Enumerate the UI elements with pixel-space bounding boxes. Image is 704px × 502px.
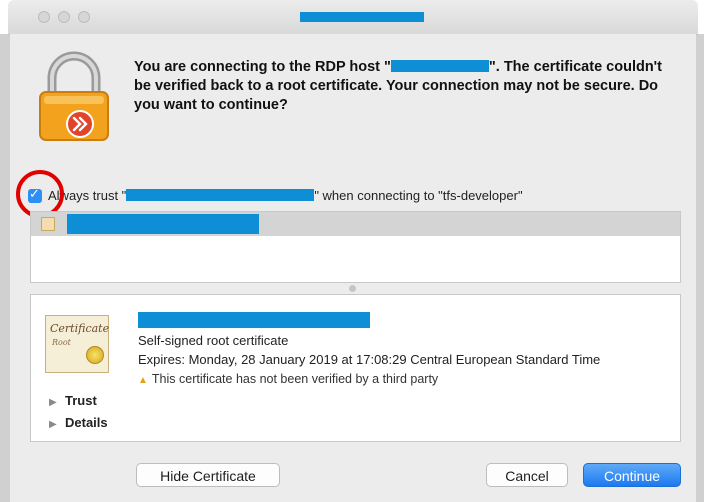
disclosure-triangle-icon: ▶: [49, 397, 57, 408]
certificate-name-redacted: [126, 189, 315, 201]
hide-certificate-button[interactable]: Hide Certificate: [136, 463, 280, 487]
disclosure-triangle-icon: ▶: [49, 419, 57, 430]
trust-section-label: Trust: [65, 393, 97, 408]
trust-section-toggle[interactable]: ▶ Trust: [49, 393, 97, 408]
certificate-icon-label: Certificate: [50, 322, 110, 335]
always-trust-label-suffix: " when connecting to "tfs-developer": [314, 188, 523, 203]
details-section-label: Details: [65, 415, 108, 430]
window-title-redacted: [300, 12, 424, 22]
certificate-icon: Certificate Root: [45, 315, 109, 373]
connection-warning-message: You are connecting to the RDP host " ". T…: [134, 58, 682, 115]
certificate-list-name-redacted: [67, 214, 259, 234]
background-window-right: [696, 34, 704, 502]
details-section-toggle[interactable]: ▶ Details: [49, 415, 108, 430]
always-trust-label[interactable]: Always trust " " when connecting to "tfs-…: [48, 188, 523, 203]
certificate-title-redacted: [138, 312, 370, 328]
certificate-warning: ▲ This certificate has not been verified …: [138, 372, 438, 386]
host-name-redacted: [390, 60, 489, 72]
panel-splitter-handle[interactable]: [349, 285, 356, 292]
certificate-seal-icon: [86, 346, 104, 364]
certificate-small-icon: [41, 217, 55, 231]
certificate-icon-sublabel: Root: [52, 338, 71, 347]
background-window-left: [0, 34, 10, 502]
message-text-start: You are connecting to the RDP host ": [134, 59, 391, 75]
certificate-type: Self-signed root certificate: [138, 333, 289, 348]
certificate-detail-panel: Certificate Root Self-signed root certif…: [30, 294, 681, 442]
close-window-button[interactable]: [38, 11, 50, 23]
window-titlebar: [8, 0, 698, 35]
certificate-list-item[interactable]: [31, 212, 680, 236]
certificate-chain-list[interactable]: [30, 211, 681, 283]
zoom-window-button[interactable]: [78, 11, 90, 23]
lock-icon: [39, 51, 109, 141]
certificate-expiry: Expires: Monday, 28 January 2019 at 17:0…: [138, 352, 601, 367]
continue-button[interactable]: Continue: [583, 463, 681, 487]
warning-triangle-icon: ▲: [138, 375, 148, 386]
minimize-window-button[interactable]: [58, 11, 70, 23]
cancel-button[interactable]: Cancel: [486, 463, 568, 487]
certificate-warning-text: This certificate has not been verified b…: [151, 372, 439, 386]
